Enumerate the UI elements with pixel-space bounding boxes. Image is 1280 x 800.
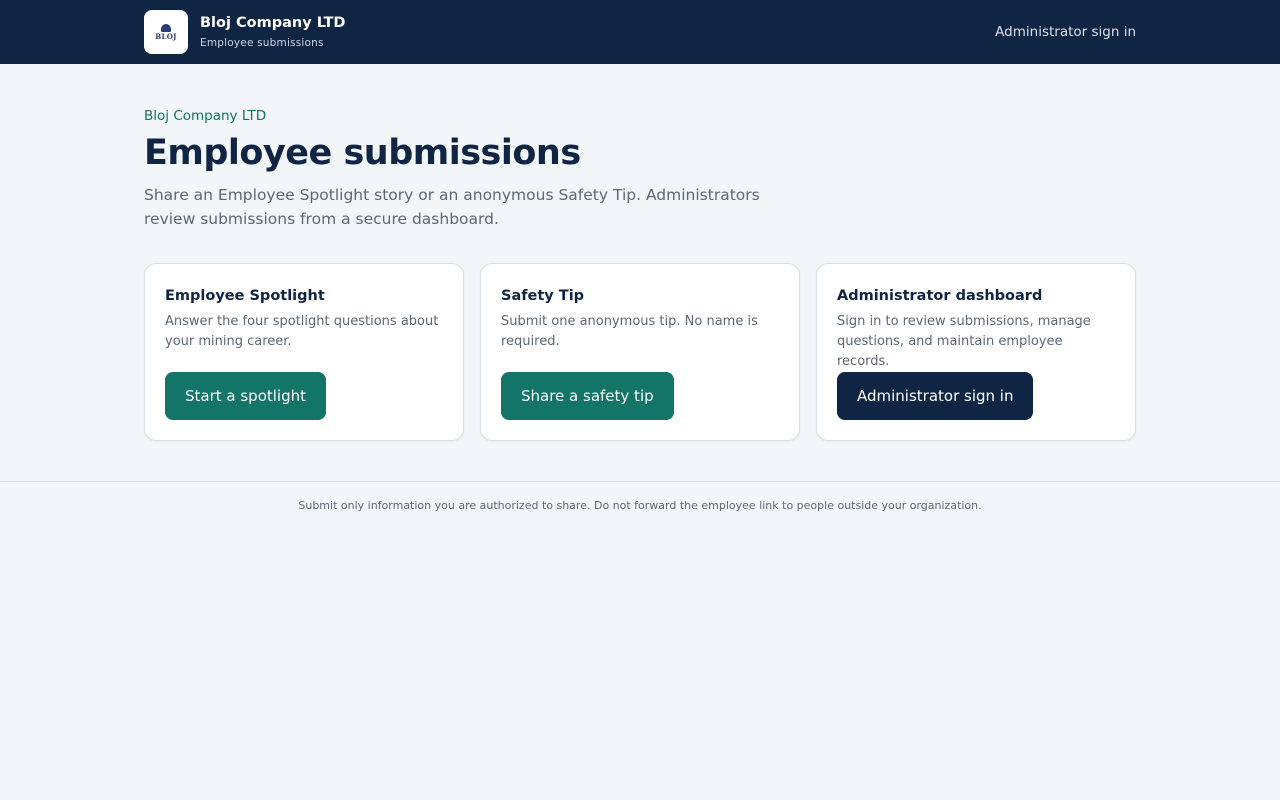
- company-logo: BLOJ: [144, 10, 188, 54]
- card-title: Employee Spotlight: [165, 288, 325, 304]
- eyebrow-company: Bloj Company LTD: [144, 108, 267, 124]
- page-title: Employee submissions: [144, 133, 581, 173]
- card-title: Safety Tip: [501, 288, 585, 304]
- card-description: Sign in to review submissions, manage qu…: [837, 314, 1091, 369]
- card-description: Answer the four spotlight questions abou…: [165, 314, 439, 349]
- admin-dashboard-card: Administrator dashboard Sign in to revie…: [816, 263, 1136, 441]
- card-title: Administrator dashboard: [837, 288, 1043, 304]
- company-name: Bloj Company LTD: [200, 15, 346, 31]
- main-content: Bloj Company LTD Employee submissions Sh…: [0, 64, 1280, 441]
- brand-text: Bloj Company LTD Employee submissions: [200, 13, 345, 51]
- intro-text: Share an Employee Spotlight story or an …: [144, 186, 760, 228]
- share-safety-tip-button[interactable]: Share a safety tip: [501, 372, 674, 420]
- brand[interactable]: BLOJ Bloj Company LTD Employee submissio…: [144, 10, 345, 54]
- logo-emblem-icon: [161, 23, 171, 32]
- footer: Submit only information you are authoriz…: [0, 481, 1280, 513]
- start-spotlight-button[interactable]: Start a spotlight: [165, 372, 327, 420]
- logo-text: BLOJ: [155, 31, 177, 41]
- top-bar: BLOJ Bloj Company LTD Employee submissio…: [0, 0, 1280, 64]
- card-description: Submit one anonymous tip. No name is req…: [501, 314, 758, 349]
- safety-tip-card: Safety Tip Submit one anonymous tip. No …: [480, 263, 800, 441]
- footer-notice: Submit only information you are authoriz…: [298, 499, 982, 512]
- admin-sign-in-button[interactable]: Administrator sign in: [837, 372, 1034, 420]
- site-subtitle: Employee submissions: [200, 37, 324, 49]
- admin-sign-in-link[interactable]: Administrator sign in: [995, 24, 1136, 40]
- card-grid: Employee Spotlight Answer the four spotl…: [144, 263, 1136, 441]
- spotlight-card: Employee Spotlight Answer the four spotl…: [144, 263, 464, 441]
